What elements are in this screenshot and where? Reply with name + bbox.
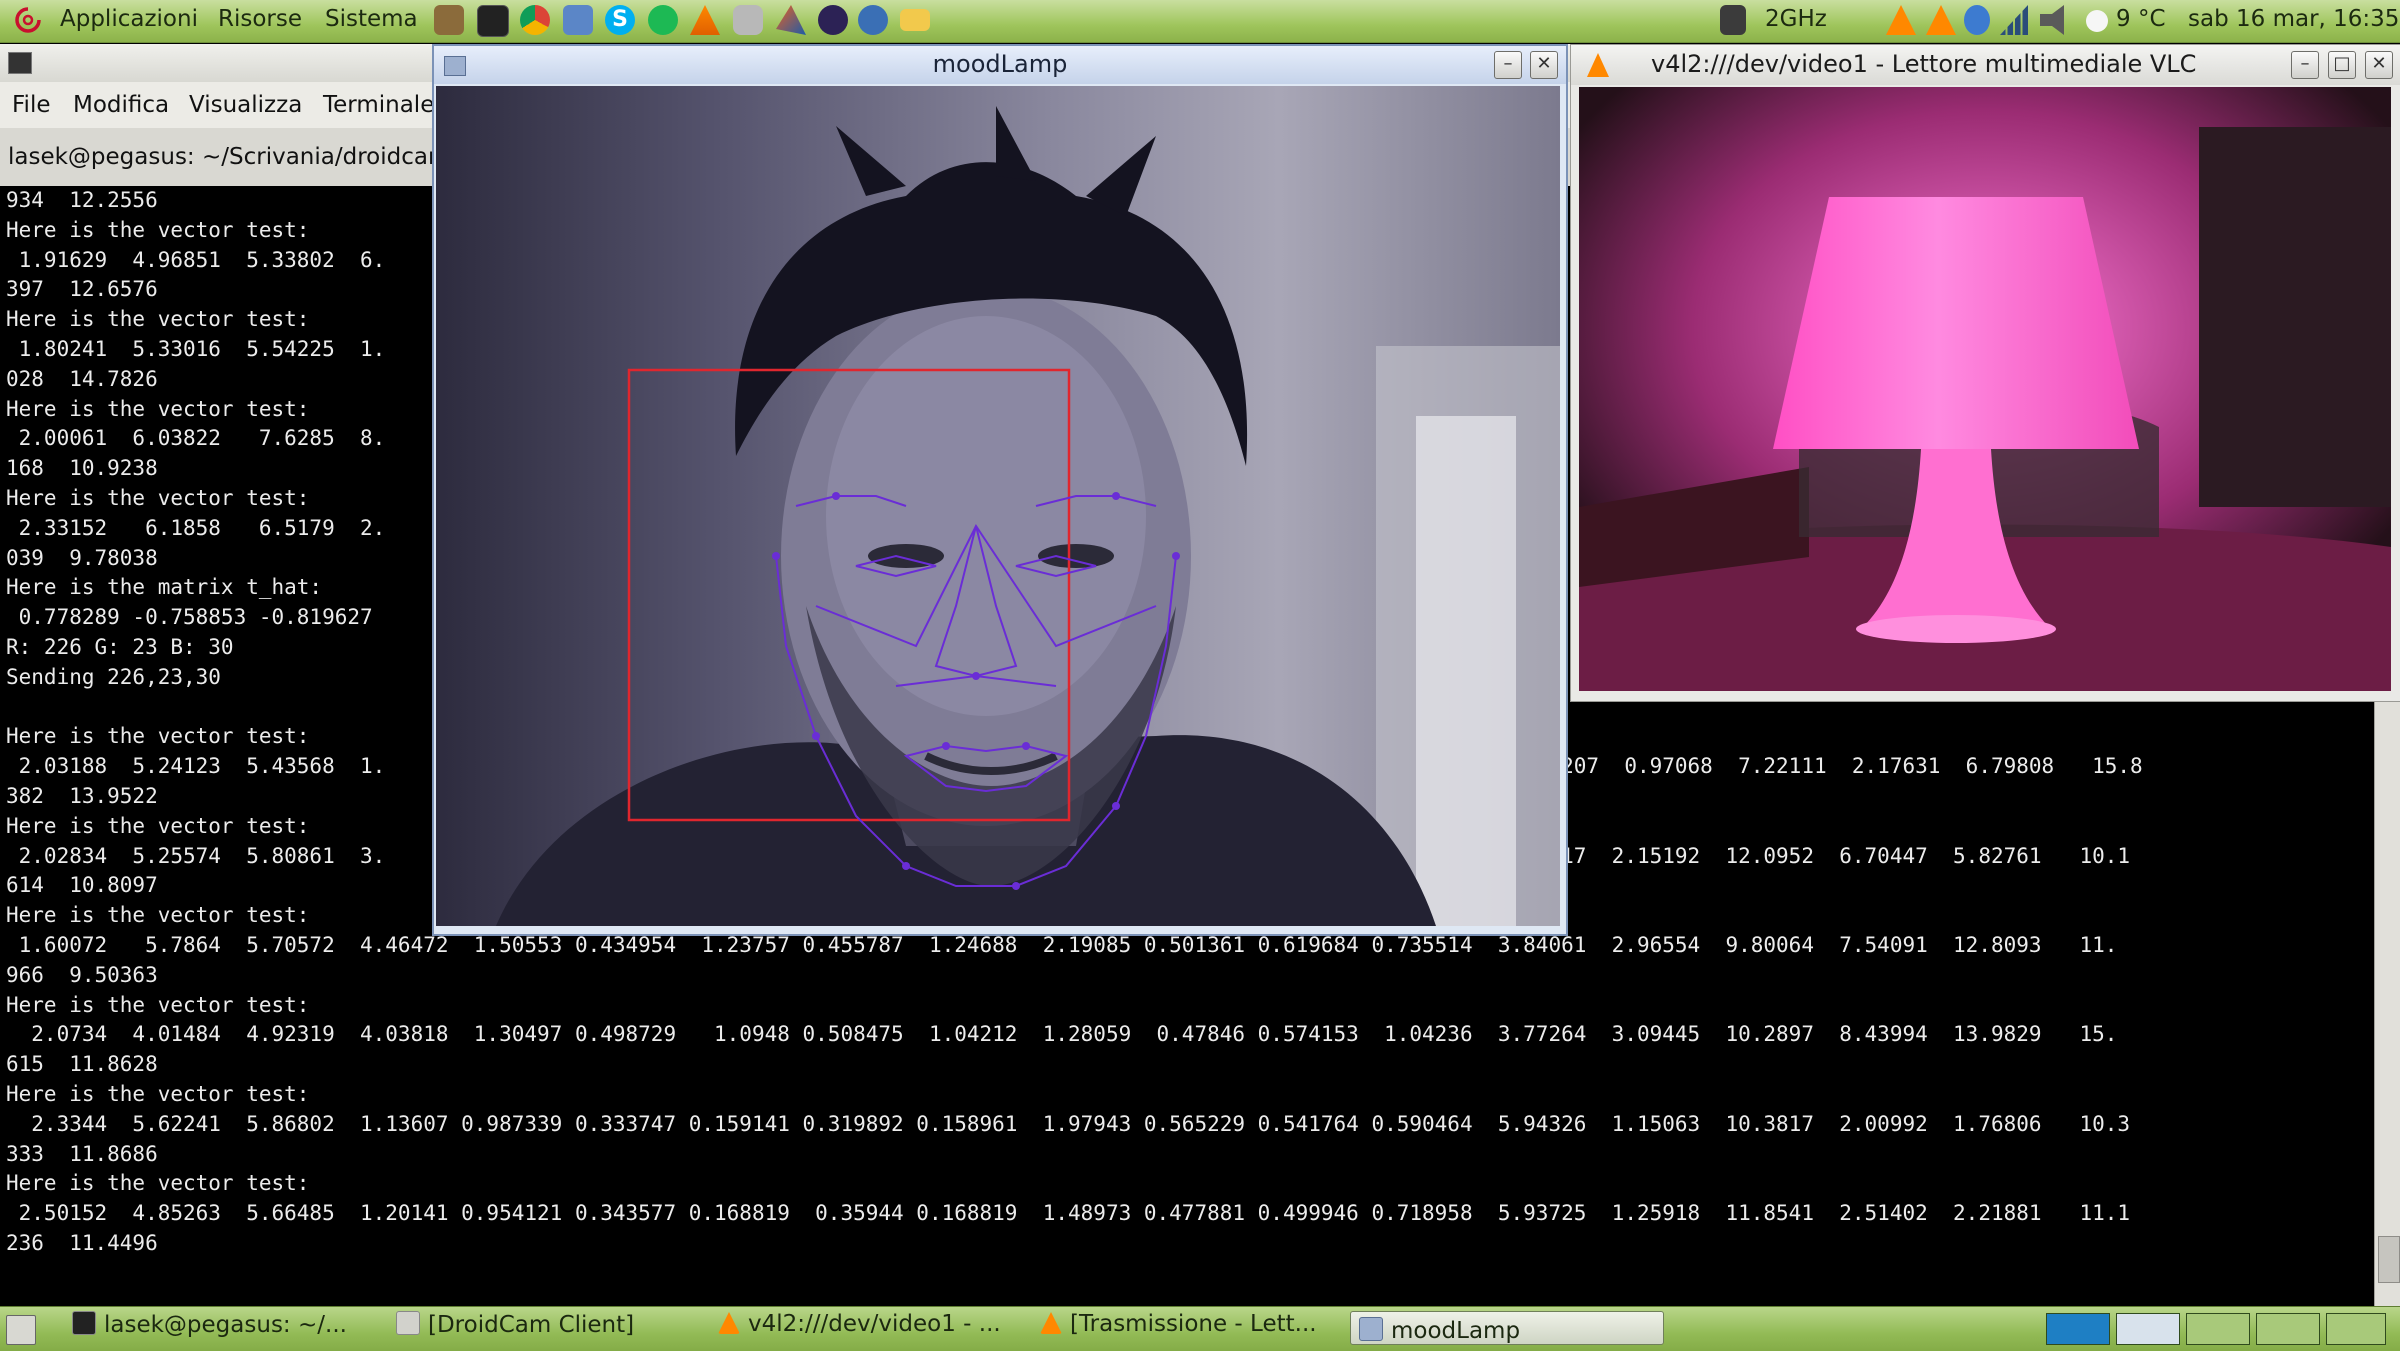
cpu-frequency-icon — [1720, 5, 1746, 35]
facial-landmarks-overlay — [772, 492, 1180, 890]
terminal-tab-title: lasek@pegasus: ~/Scrivania/droidcam — [8, 144, 451, 170]
workspace-2[interactable] — [2116, 1313, 2180, 1345]
menu-risorse[interactable]: Risorse — [218, 6, 302, 32]
terminal-line: 236 11.4496 — [6, 1230, 158, 1255]
volume-icon[interactable] — [2040, 5, 2064, 35]
taskbar-item-trasmissione[interactable]: [Trasmissione - Lett... — [1040, 1311, 1317, 1345]
taskbar-label: v4l2:///dev/video1 - ... — [748, 1311, 1001, 1337]
taskbar-item-terminal[interactable]: lasek@pegasus: ~/... — [72, 1311, 347, 1345]
show-desktop-icon[interactable] — [6, 1315, 36, 1345]
chrome-launcher-icon[interactable] — [520, 5, 550, 35]
bottom-panel: lasek@pegasus: ~/... [DroidCam Client] v… — [0, 1306, 2400, 1351]
moodlamp-window[interactable]: moodLamp – ✕ — [432, 44, 1568, 936]
taskbar-item-moodlamp[interactable]: moodLamp — [1350, 1311, 1664, 1345]
taskbar-label: lasek@pegasus: ~/... — [104, 1312, 347, 1338]
terminal-line: 2.0734 4.01484 4.92319 4.03818 1.30497 0… — [6, 1022, 2118, 1047]
terminal-launcher-icon[interactable] — [477, 5, 509, 37]
wifi-signal-icon[interactable] — [2000, 5, 2028, 35]
terminal-line: 2.50152 4.85263 5.66485 1.20141 0.954121… — [6, 1201, 2131, 1226]
webcam-launcher-icon[interactable] — [733, 5, 763, 35]
minimize-button[interactable]: – — [1494, 51, 1522, 79]
menu-terminale[interactable]: Terminale — [323, 92, 434, 118]
vlc-titlebar[interactable]: v4l2:///dev/video1 - Lettore multimedial… — [1571, 45, 2400, 85]
taskbar-label: [DroidCam Client] — [428, 1312, 635, 1338]
terminal-line: 966 9.50363 — [6, 962, 158, 987]
vlc-minimize-button[interactable]: – — [2291, 51, 2319, 79]
moodlamp-titlebar[interactable]: moodLamp – ✕ — [434, 46, 1566, 84]
matlab-launcher-icon[interactable] — [776, 5, 806, 35]
spotify-launcher-icon[interactable] — [648, 5, 678, 35]
vlc-tray-icon[interactable] — [1886, 5, 1916, 35]
workspace-3[interactable] — [2186, 1313, 2250, 1345]
taskbar-label: moodLamp — [1391, 1318, 1521, 1344]
vlc-maximize-button[interactable]: □ — [2328, 51, 2356, 79]
vlc-window[interactable]: v4l2:///dev/video1 - Lettore multimedial… — [1570, 44, 2400, 702]
droidcam-icon — [396, 1311, 420, 1335]
terminal-line: Here is the vector test: — [6, 992, 310, 1017]
taskbar-item-vlc[interactable]: v4l2:///dev/video1 - ... — [718, 1311, 1001, 1345]
debian-swirl-icon[interactable] — [14, 6, 42, 34]
top-panel: Applicazioni Risorse Sistema S 2GHz 9 °C… — [0, 0, 2400, 43]
window-icon — [1359, 1317, 1383, 1341]
vlc-close-button[interactable]: ✕ — [2365, 51, 2393, 79]
taskbar-label: [Trasmissione - Lett... — [1070, 1311, 1317, 1337]
vlc-launcher-icon[interactable] — [690, 5, 720, 35]
workspace-1[interactable] — [2046, 1313, 2110, 1345]
workspace-5[interactable] — [2326, 1313, 2386, 1345]
vlc-video-output[interactable] — [1579, 87, 2391, 691]
eclipse-launcher-icon[interactable] — [818, 5, 848, 35]
face-tracking-video — [436, 86, 1560, 926]
vlc-icon — [1040, 1312, 1062, 1334]
terminal-line: 333 11.8686 — [6, 1141, 158, 1166]
gimp-launcher-icon[interactable] — [434, 5, 464, 35]
lamp-video-frame — [1579, 87, 2391, 691]
scrollbar-thumb[interactable] — [2378, 1236, 2400, 1283]
workspace-4[interactable] — [2256, 1313, 2320, 1345]
weather-temperature: 9 °C — [2116, 6, 2166, 32]
bluetooth-icon[interactable] — [1964, 5, 1990, 35]
terminal-line: Here is the vector test: — [6, 1171, 310, 1196]
vlc-cone-icon[interactable] — [1587, 53, 1609, 77]
vlc-tray-icon-2[interactable] — [1926, 5, 1956, 35]
clock[interactable]: sab 16 mar, 16:35 — [2188, 6, 2399, 32]
taskbar-item-droidcam[interactable]: [DroidCam Client] — [396, 1311, 634, 1345]
terminal-line: Here is the vector test: — [6, 1081, 310, 1106]
vlc-title: v4l2:///dev/video1 - Lettore multimedial… — [1651, 50, 2197, 78]
menu-applicazioni[interactable]: Applicazioni — [60, 6, 198, 32]
skype-launcher-icon[interactable]: S — [605, 5, 635, 35]
cpu-frequency: 2GHz — [1765, 6, 1827, 32]
weather-icon — [2086, 10, 2108, 32]
moodlamp-title: moodLamp — [932, 50, 1068, 78]
menu-file[interactable]: File — [12, 92, 51, 118]
terminal-window-icon[interactable] — [8, 52, 32, 74]
terminal-line: 615 11.8628 — [6, 1052, 158, 1077]
vlc-icon — [718, 1312, 740, 1334]
terminal-line: 2.3344 5.62241 5.86802 1.13607 0.987339 … — [6, 1111, 2131, 1136]
menu-sistema[interactable]: Sistema — [325, 6, 418, 32]
network-map-launcher-icon[interactable] — [858, 5, 888, 35]
menu-modifica[interactable]: Modifica — [73, 92, 169, 118]
lamp-shade — [1773, 197, 2139, 449]
folder-launcher-icon[interactable] — [900, 9, 930, 31]
close-button[interactable]: ✕ — [1530, 51, 1558, 79]
text-editor-launcher-icon[interactable] — [563, 5, 593, 35]
menu-visualizza[interactable]: Visualizza — [189, 92, 302, 118]
terminal-icon — [72, 1311, 96, 1335]
